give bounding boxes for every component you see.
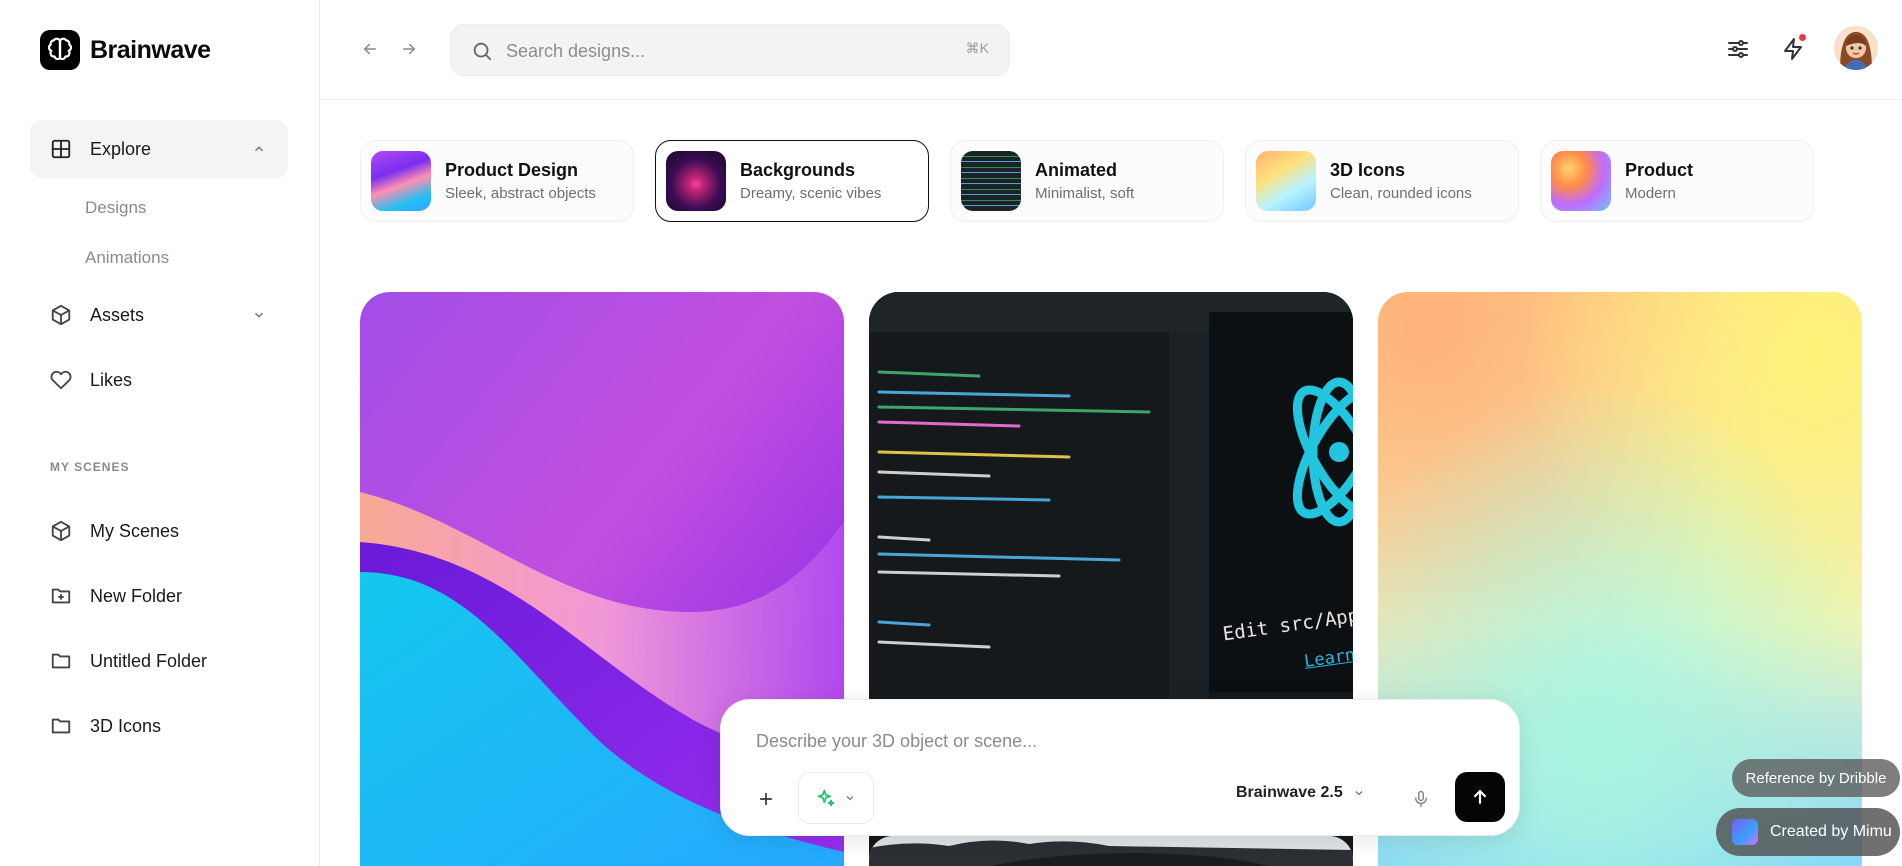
- created-by-label: Created by Mimu: [1770, 823, 1892, 840]
- prompt-input[interactable]: [756, 728, 1456, 754]
- category-title: Product Design: [445, 160, 579, 180]
- search-icon: [473, 42, 492, 61]
- thumbnail-image: [961, 151, 1021, 211]
- sidebar-item-label: Explore: [90, 138, 152, 159]
- cube-icon: [51, 520, 71, 542]
- category-card-product[interactable]: Product Modern: [1540, 140, 1814, 222]
- chevron-up-icon: [254, 146, 264, 152]
- chevron-down-icon: [1355, 791, 1363, 796]
- plus-icon: [759, 792, 773, 806]
- cube-icon: [51, 304, 71, 326]
- brand[interactable]: Brainwave: [40, 30, 211, 70]
- search-shortcut: ⌘K: [965, 40, 989, 56]
- user-avatar-icon: [1834, 26, 1878, 70]
- grid-icon: [51, 139, 71, 159]
- category-title: Product: [1625, 160, 1694, 180]
- sidebar-item-label: My Scenes: [90, 520, 180, 541]
- category-subtitle: Dreamy, scenic vibes: [740, 185, 882, 202]
- category-card-product-design[interactable]: Product Design Sleek, abstract objects: [360, 140, 634, 222]
- search-input[interactable]: [506, 37, 926, 65]
- magic-mode-dropdown[interactable]: [798, 772, 874, 824]
- brain-logo-icon: [40, 30, 80, 70]
- model-name: Brainwave 2.5: [1236, 784, 1343, 801]
- thumbnail-image: [1256, 151, 1316, 211]
- arrow-up-icon: [1473, 789, 1487, 804]
- folder-plus-icon: [51, 588, 71, 604]
- notification-dot: [1799, 34, 1806, 41]
- category-title: Animated: [1035, 160, 1118, 180]
- thumbnail-image: [1551, 151, 1611, 211]
- top-header: ⌘K: [320, 0, 1902, 100]
- prompt-composer: Brainwave 2.5: [720, 699, 1520, 836]
- voice-input-button[interactable]: [1406, 784, 1436, 814]
- search-bar[interactable]: ⌘K: [450, 24, 1010, 76]
- gallery-tile-car-preview[interactable]: [869, 836, 1353, 866]
- sidebar-item-3d-icons[interactable]: 3D Icons: [30, 697, 288, 755]
- chevron-down-icon: [254, 312, 264, 318]
- category-subtitle: Sleek, abstract objects: [445, 185, 596, 202]
- arrow-left-icon: [363, 43, 376, 55]
- sidebar-item-label: 3D Icons: [90, 715, 162, 736]
- sidebar-item-new-folder[interactable]: New Folder: [30, 567, 288, 625]
- folder-icon: [51, 718, 71, 734]
- category-subtitle: Modern: [1625, 185, 1676, 202]
- car-image: [869, 836, 1353, 866]
- avatar[interactable]: [1834, 26, 1878, 70]
- microphone-icon: [1415, 790, 1427, 808]
- sidebar-subitem-designs[interactable]: Designs: [85, 198, 146, 218]
- sliders-icon: [1728, 40, 1748, 58]
- category-card-animated[interactable]: Animated Minimalist, soft: [950, 140, 1224, 222]
- sparkles-icon: [817, 789, 835, 807]
- sidebar-item-likes[interactable]: Likes: [30, 351, 288, 409]
- section-title-my-scenes: MY SCENES: [50, 460, 130, 474]
- sidebar-item-label: Assets: [90, 304, 145, 325]
- thumbnail-image: [371, 151, 431, 211]
- arrow-right-icon: [403, 43, 416, 55]
- add-attachment-button[interactable]: [751, 784, 781, 814]
- sidebar-item-label: Untitled Folder: [90, 650, 208, 671]
- thumbnail-image: [666, 151, 726, 211]
- folder-icon: [51, 653, 71, 669]
- forward-button[interactable]: [396, 36, 422, 62]
- sidebar-item-untitled-folder[interactable]: Untitled Folder: [30, 632, 288, 690]
- reference-badge[interactable]: Reference by Dribble: [1732, 759, 1900, 797]
- category-title: Backgrounds: [740, 160, 856, 180]
- sidebar: Brainwave Explore Designs Animations Ass…: [0, 0, 320, 866]
- sidebar-item-my-scenes[interactable]: My Scenes: [30, 502, 288, 560]
- model-selector[interactable]: Brainwave 2.5: [1236, 784, 1365, 802]
- category-subtitle: Clean, rounded icons: [1330, 185, 1472, 202]
- sidebar-item-assets[interactable]: Assets: [30, 286, 288, 344]
- mimu-logo-icon: [1732, 819, 1758, 845]
- category-title: 3D Icons: [1330, 160, 1406, 180]
- send-button[interactable]: [1455, 772, 1505, 822]
- category-card-backgrounds[interactable]: Backgrounds Dreamy, scenic vibes: [655, 140, 929, 222]
- category-card-3d-icons[interactable]: 3D Icons Clean, rounded icons: [1245, 140, 1519, 222]
- sidebar-item-label: Likes: [90, 369, 133, 390]
- filters-button[interactable]: [1723, 34, 1753, 64]
- created-by-badge[interactable]: Created by Mimu: [1716, 808, 1900, 856]
- sidebar-item-explore[interactable]: Explore: [30, 120, 288, 178]
- brand-name: Brainwave: [90, 35, 211, 64]
- sidebar-item-label: New Folder: [90, 585, 183, 606]
- activity-button[interactable]: [1778, 34, 1808, 64]
- chevron-down-icon: [846, 796, 854, 801]
- back-button[interactable]: [357, 36, 383, 62]
- category-subtitle: Minimalist, soft: [1035, 185, 1135, 202]
- sidebar-subitem-animations[interactable]: Animations: [85, 248, 169, 268]
- heart-icon: [50, 370, 72, 390]
